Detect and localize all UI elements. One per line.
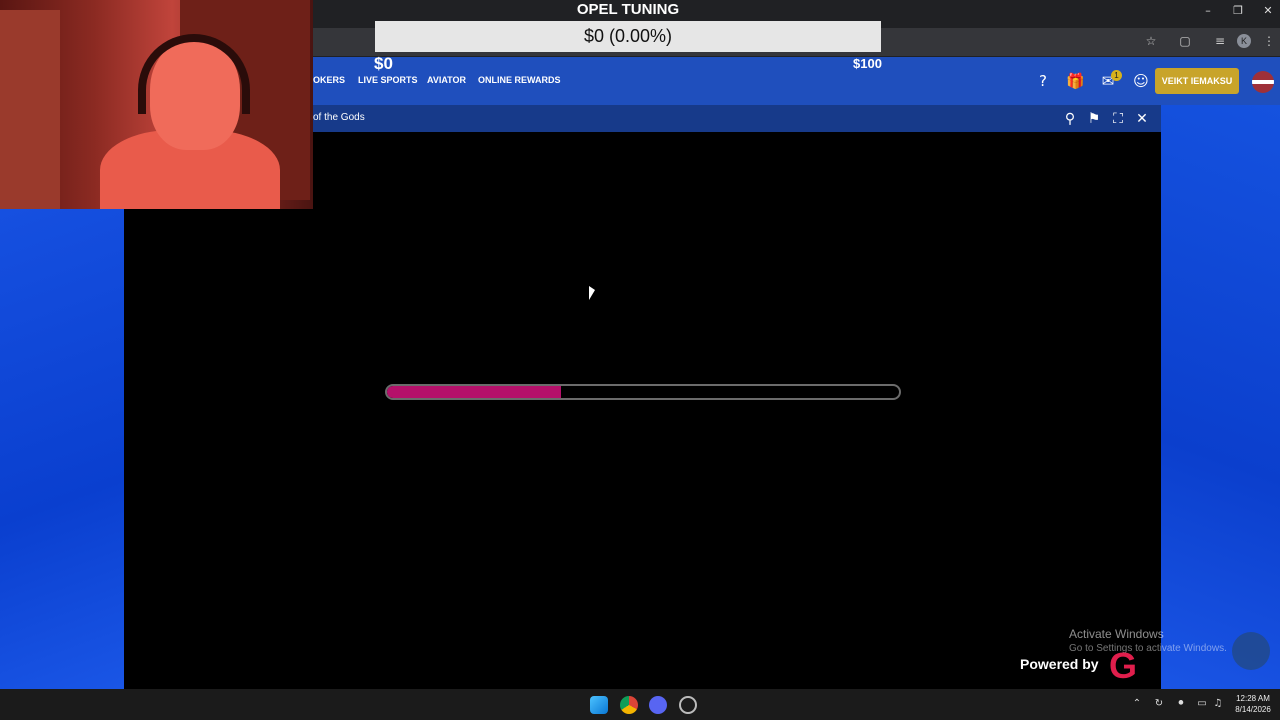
latvia-flag-icon[interactable]: [1252, 71, 1274, 93]
extensions-icon[interactable]: ▢: [1177, 33, 1193, 49]
nav-item-live-sports[interactable]: LIVE SPORTS: [358, 75, 418, 85]
mouse-cursor: [589, 286, 595, 300]
game-toolbar: [313, 105, 1161, 132]
powered-by-label: Powered by: [1020, 656, 1099, 672]
webcam-door: [0, 10, 60, 209]
discord-icon[interactable]: [649, 696, 667, 714]
deposit-button[interactable]: VEIKT IEMAKSU: [1155, 68, 1239, 94]
gift-icon[interactable]: 🎁: [1066, 72, 1085, 90]
overlay-balance-bar: $0 (0.00%): [375, 21, 881, 52]
game-canvas[interactable]: [124, 132, 1161, 689]
tray-chevron-icon[interactable]: ⌃: [1130, 698, 1144, 712]
background-left-panel: [0, 209, 124, 689]
profile-avatar[interactable]: K: [1237, 34, 1251, 48]
overlay-title: OPEL TUNING: [576, 1, 680, 18]
restore-button[interactable]: ❐: [1226, 4, 1250, 20]
taskbar-time[interactable]: 12:28 AM: [1231, 694, 1275, 703]
bookmark-icon[interactable]: ⚑: [1086, 111, 1102, 127]
loading-progress-fill: [387, 386, 562, 398]
chrome-icon[interactable]: [620, 696, 638, 714]
taskbar-date[interactable]: 8/14/2026: [1231, 705, 1275, 714]
activate-windows-subtitle: Go to Settings to activate Windows.: [1069, 643, 1227, 654]
volume-icon[interactable]: ♫: [1211, 698, 1225, 712]
nav-item-online-rewards[interactable]: ONLINE REWARDS: [478, 75, 561, 85]
browser-menu-icon[interactable]: ⋮: [1261, 33, 1277, 49]
tray-sync-icon[interactable]: ↻: [1152, 698, 1166, 712]
close-window-button[interactable]: ✕: [1256, 4, 1280, 20]
background-right-panel: [1161, 105, 1280, 689]
g-logo-icon: G: [1108, 645, 1137, 686]
microphone-icon[interactable]: ⚫: [1174, 698, 1188, 712]
notification-badge: 1: [1111, 70, 1122, 81]
app-icon[interactable]: [679, 696, 697, 714]
chat-support-icon[interactable]: [1232, 632, 1270, 670]
media-control-icon[interactable]: ≡: [1212, 33, 1228, 49]
network-icon[interactable]: ▭: [1195, 698, 1209, 712]
close-game-icon[interactable]: ✕: [1134, 111, 1150, 127]
overlay-max-label: $100: [853, 56, 882, 71]
fullscreen-icon[interactable]: ⛶: [1110, 111, 1126, 127]
user-account-icon[interactable]: ☺: [1132, 72, 1150, 90]
bookmark-star-icon[interactable]: ☆: [1143, 33, 1159, 49]
nav-item-aviator[interactable]: AVIATOR: [427, 75, 466, 85]
game-title: of the Gods: [313, 112, 365, 123]
nav-item-jokers[interactable]: OKERS: [313, 75, 345, 85]
webcam-overlay: [0, 0, 313, 209]
windows-start-icon[interactable]: [590, 696, 608, 714]
minimize-button[interactable]: –: [1196, 4, 1220, 20]
help-icon[interactable]: ?: [1034, 72, 1052, 90]
taskbar: [0, 689, 1280, 720]
loading-progress-bar: [385, 384, 901, 400]
activate-windows-title: Activate Windows: [1069, 627, 1164, 641]
overlay-min-label: $0: [374, 54, 393, 73]
search-icon[interactable]: ⚲: [1062, 111, 1078, 127]
